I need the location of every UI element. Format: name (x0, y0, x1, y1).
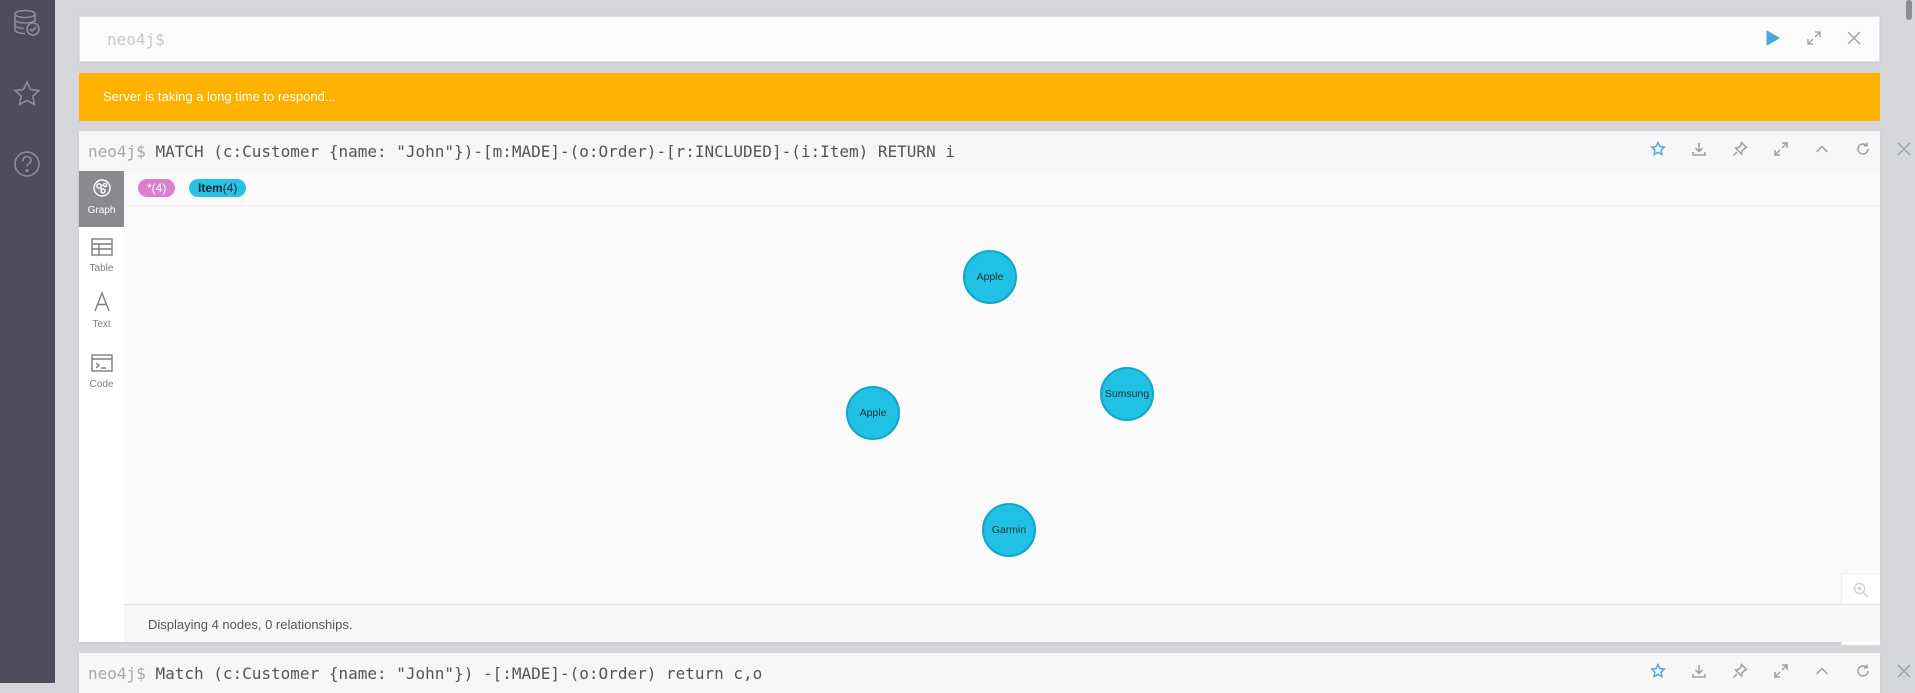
legend-item-name: Item (198, 181, 223, 195)
scrollbar-thumb[interactable] (1906, 0, 1912, 20)
fullscreen-button[interactable] (1771, 663, 1791, 683)
fullscreen-button[interactable] (1771, 141, 1791, 161)
text-icon (93, 291, 111, 315)
refresh-icon (1855, 663, 1871, 684)
node-label: Garmin (991, 524, 1027, 536)
node-label: Apple (976, 271, 1004, 283)
chevron-up-icon (1814, 141, 1830, 162)
frame-header: neo4j$ Match (c:Customer {name: "John"})… (79, 653, 1911, 693)
frame-prompt: neo4j$ (88, 142, 146, 161)
star-icon (1650, 662, 1666, 684)
run-query-button[interactable] (1763, 29, 1783, 51)
collapse-button[interactable] (1812, 141, 1832, 161)
left-sidebar (0, 0, 55, 683)
legend-item-count: (4) (222, 181, 238, 195)
zoom-in-icon (1853, 582, 1869, 603)
close-icon (1896, 663, 1912, 684)
pin-icon (1732, 140, 1748, 162)
graph-icon (92, 178, 112, 201)
star-icon (12, 79, 42, 114)
tab-label: Code (89, 379, 114, 390)
expand-icon (1806, 30, 1822, 51)
play-icon (1766, 29, 1780, 51)
editor-prompt[interactable]: neo4j$ (107, 30, 165, 49)
graph-legend: *(4) Item(4) (124, 171, 1880, 206)
favorites-button[interactable] (7, 76, 47, 116)
pin-icon (1732, 662, 1748, 684)
tab-label: Graph (87, 205, 116, 216)
close-frame-button[interactable] (1894, 141, 1914, 161)
query-editor[interactable]: neo4j$ (79, 16, 1880, 62)
code-icon (90, 354, 113, 375)
close-icon (1896, 141, 1912, 162)
download-icon (1691, 663, 1707, 684)
favorite-button[interactable] (1648, 140, 1668, 162)
graph-node[interactable]: Sumsung (1100, 367, 1154, 421)
close-editor-button[interactable] (1844, 30, 1864, 50)
close-icon (1846, 30, 1862, 51)
graph-node[interactable]: Apple (846, 386, 900, 440)
result-frame: neo4j$ Match (c:Customer {name: "John"})… (79, 653, 1911, 693)
page-scrollbar[interactable] (1902, 0, 1915, 683)
download-button[interactable] (1689, 141, 1709, 161)
pin-button[interactable] (1730, 140, 1750, 162)
graph-node[interactable]: Apple (963, 250, 1017, 304)
frame-query[interactable]: neo4j$ MATCH (c:Customer {name: "John"})… (88, 142, 955, 161)
rerun-button[interactable] (1853, 663, 1873, 683)
node-label: Sumsung (1104, 388, 1150, 400)
database-icon (12, 8, 42, 43)
tab-label: Text (92, 319, 111, 330)
table-icon (90, 238, 113, 259)
close-frame-button[interactable] (1894, 663, 1914, 683)
frame-query[interactable]: neo4j$ Match (c:Customer {name: "John"})… (88, 664, 762, 683)
star-icon (1650, 140, 1666, 162)
frame-status-bar: Displaying 4 nodes, 0 relationships. (124, 604, 1880, 642)
chevron-up-icon (1814, 663, 1830, 684)
collapse-button[interactable] (1812, 663, 1832, 683)
query-text: MATCH (c:Customer {name: "John"})-[m:MAD… (155, 142, 955, 161)
view-tabs: Graph Table Text Code (79, 171, 124, 642)
tab-table[interactable]: Table (79, 229, 124, 285)
expand-icon (1773, 141, 1789, 162)
status-text: Displaying 4 nodes, 0 relationships. (148, 617, 353, 632)
expand-icon (1773, 663, 1789, 684)
tab-code[interactable]: Code (79, 345, 124, 401)
tab-text[interactable]: Text (79, 285, 124, 341)
zoom-in-button[interactable] (1851, 582, 1871, 602)
rerun-button[interactable] (1853, 141, 1873, 161)
frame-prompt: neo4j$ (88, 664, 146, 683)
help-icon (12, 149, 42, 184)
help-button[interactable] (7, 146, 47, 186)
legend-all-nodes[interactable]: *(4) (138, 179, 176, 197)
download-button[interactable] (1689, 663, 1709, 683)
database-button[interactable] (7, 5, 47, 45)
pin-button[interactable] (1730, 662, 1750, 684)
query-text: Match (c:Customer {name: "John"}) -[:MAD… (155, 664, 763, 683)
node-label: Apple (859, 407, 887, 419)
frame-header: neo4j$ MATCH (c:Customer {name: "John"})… (79, 131, 1911, 171)
tab-label: Table (89, 263, 114, 274)
tab-graph[interactable]: Graph (79, 171, 124, 227)
result-frame: neo4j$ MATCH (c:Customer {name: "John"})… (79, 131, 1911, 645)
graph-canvas[interactable]: Apple Sumsung Apple Garmin (124, 171, 1880, 645)
legend-item-label[interactable]: Item(4) (189, 179, 247, 197)
graph-node[interactable]: Garmin (982, 503, 1036, 557)
download-icon (1691, 141, 1707, 162)
refresh-icon (1855, 141, 1871, 162)
favorite-button[interactable] (1648, 662, 1668, 684)
expand-editor-button[interactable] (1804, 30, 1824, 50)
warning-banner: Server is taking a long time to respond.… (79, 73, 1880, 121)
warning-text: Server is taking a long time to respond.… (103, 89, 336, 104)
